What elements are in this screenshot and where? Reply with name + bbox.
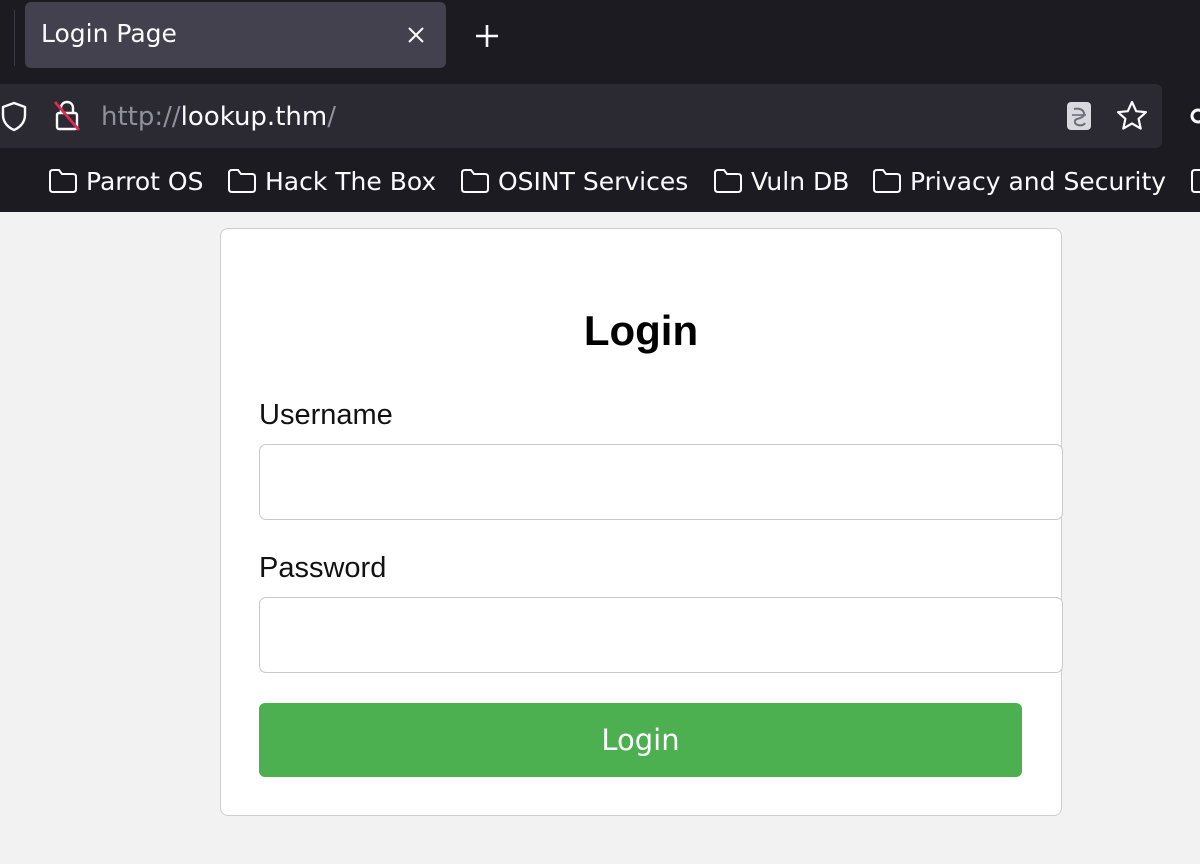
shield-icon[interactable] xyxy=(0,100,28,132)
password-label: Password xyxy=(259,552,387,584)
folder-icon xyxy=(461,169,489,193)
folder-icon xyxy=(873,169,901,193)
page-title: Login xyxy=(583,307,699,354)
bookmark-label: Hack The Box xyxy=(265,166,437,196)
bookmarks-toolbar: Parrot OS Hack The Box OSINT Services Vu… xyxy=(0,152,1200,212)
star-icon[interactable] xyxy=(1115,99,1149,133)
username-field[interactable] xyxy=(259,444,1063,520)
login-button[interactable]: Login xyxy=(259,703,1022,777)
folder-icon xyxy=(714,169,742,193)
username-label: Username xyxy=(259,399,393,431)
url-path: / xyxy=(327,102,336,132)
folder-icon xyxy=(49,169,77,193)
tab-title: Login Page xyxy=(41,19,177,48)
url-host: lookup.thm xyxy=(180,102,328,132)
bookmark-overflow[interactable] xyxy=(1190,164,1200,198)
bookmark-parrot-os[interactable]: Parrot OS xyxy=(48,164,203,198)
tab-separator xyxy=(14,10,15,66)
bookmark-label: OSINT Services xyxy=(498,166,689,196)
bookmark-hack-the-box[interactable]: Hack The Box xyxy=(227,164,436,198)
browser-chrome: Login Page http://lookup.thm/ Parrot OS … xyxy=(0,0,1200,212)
folder-icon xyxy=(1191,169,1200,193)
close-icon[interactable] xyxy=(403,22,429,48)
tab-login-page[interactable]: Login Page xyxy=(25,2,446,68)
password-field[interactable] xyxy=(259,597,1063,673)
url-text[interactable]: http://lookup.thm/ xyxy=(101,101,336,133)
bookmark-label: Parrot OS xyxy=(86,166,204,196)
tab-strip: Login Page xyxy=(0,0,1200,76)
bookmark-vuln-db[interactable]: Vuln DB xyxy=(713,164,849,198)
bookmark-osint-services[interactable]: OSINT Services xyxy=(460,164,688,198)
bookmark-label: Vuln DB xyxy=(751,166,850,196)
bookmark-label: Privacy and Security xyxy=(910,166,1167,196)
url-scheme: http:// xyxy=(101,102,181,132)
bookmark-privacy-and-security[interactable]: Privacy and Security xyxy=(872,164,1166,198)
translate-icon[interactable] xyxy=(1064,100,1094,132)
toolbar-overflow-icon[interactable] xyxy=(1186,106,1200,126)
new-tab-plus-icon[interactable] xyxy=(470,19,504,53)
insecure-lock-icon[interactable] xyxy=(52,99,82,133)
folder-icon xyxy=(228,169,256,193)
